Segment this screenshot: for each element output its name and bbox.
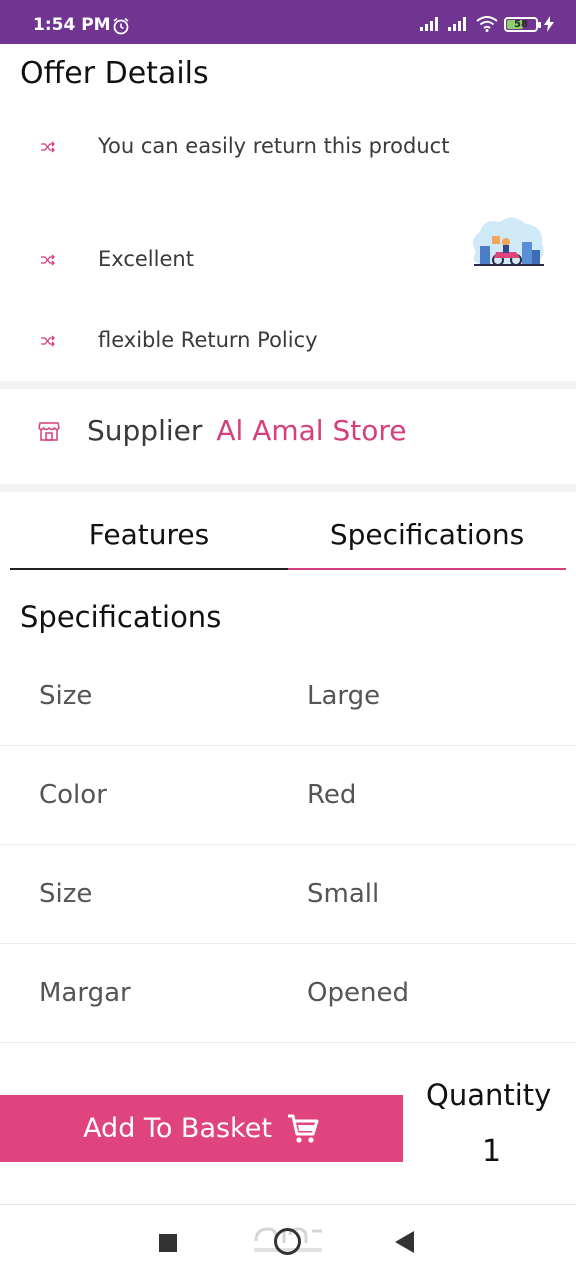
tab-features[interactable]: Features bbox=[10, 500, 288, 570]
spec-value: Large bbox=[307, 681, 381, 711]
alarm-icon bbox=[113, 17, 129, 35]
charging-icon bbox=[544, 16, 554, 32]
add-to-basket-label: Add To Basket bbox=[83, 1113, 272, 1144]
spec-value: Red bbox=[307, 780, 357, 810]
offer-item-text: Excellent bbox=[98, 247, 194, 271]
section-divider bbox=[0, 381, 576, 389]
offer-item-text: You can easily return this product bbox=[98, 134, 450, 158]
cell-signal-icon bbox=[448, 17, 466, 31]
spec-key: Size bbox=[39, 879, 93, 909]
supplier-label: Supplier bbox=[87, 414, 203, 447]
cell-signal-icon bbox=[420, 17, 438, 31]
spec-key: Margar bbox=[39, 978, 131, 1008]
cart-icon bbox=[287, 1114, 319, 1143]
spec-key: Color bbox=[39, 780, 107, 810]
battery-icon: 58 bbox=[504, 16, 541, 32]
status-bar: 1:54 PM 58 bbox=[0, 0, 576, 44]
shuffle-icon bbox=[41, 141, 55, 152]
wifi-icon bbox=[476, 16, 498, 32]
recent-apps-button[interactable] bbox=[159, 1234, 177, 1252]
tab-specifications[interactable]: Specifications bbox=[288, 500, 566, 570]
store-icon bbox=[38, 421, 60, 441]
status-icons: 58 bbox=[420, 14, 554, 34]
section-divider bbox=[0, 484, 576, 492]
specifications-heading: Specifications bbox=[20, 600, 222, 634]
spec-row: Size Large bbox=[0, 647, 576, 746]
supplier-name-link[interactable]: Al Amal Store bbox=[216, 414, 406, 447]
spec-row: Size Small bbox=[0, 845, 576, 944]
quantity-value[interactable]: 1 bbox=[482, 1134, 501, 1169]
spec-value: Opened bbox=[307, 978, 409, 1008]
tab-bar: Features Specifications bbox=[10, 500, 566, 570]
shuffle-icon bbox=[41, 335, 55, 346]
offer-item: Excellent bbox=[40, 244, 460, 275]
offer-item-text: flexible Return Policy bbox=[98, 328, 318, 352]
back-button[interactable] bbox=[395, 1231, 414, 1253]
spec-row: Margar Opened bbox=[0, 944, 576, 1043]
delivery-illustration bbox=[472, 217, 544, 266]
spec-row: Color Red bbox=[0, 746, 576, 845]
battery-cap bbox=[538, 21, 541, 28]
offer-details-title: Offer Details bbox=[20, 56, 209, 91]
quantity-label: Quantity bbox=[426, 1078, 552, 1112]
status-time: 1:54 PM bbox=[33, 15, 111, 35]
spec-key: Size bbox=[39, 681, 93, 711]
supplier-row[interactable]: Supplier Al Amal Store bbox=[38, 414, 406, 447]
offer-item: flexible Return Policy bbox=[40, 325, 460, 356]
spec-value: Small bbox=[307, 879, 380, 909]
system-nav-bar bbox=[0, 1204, 576, 1280]
add-to-basket-button[interactable]: Add To Basket bbox=[0, 1095, 403, 1162]
shuffle-icon bbox=[41, 254, 55, 265]
offer-item: You can easily return this product bbox=[40, 131, 460, 162]
home-button[interactable] bbox=[274, 1228, 301, 1255]
battery-level: 58 bbox=[514, 18, 528, 30]
